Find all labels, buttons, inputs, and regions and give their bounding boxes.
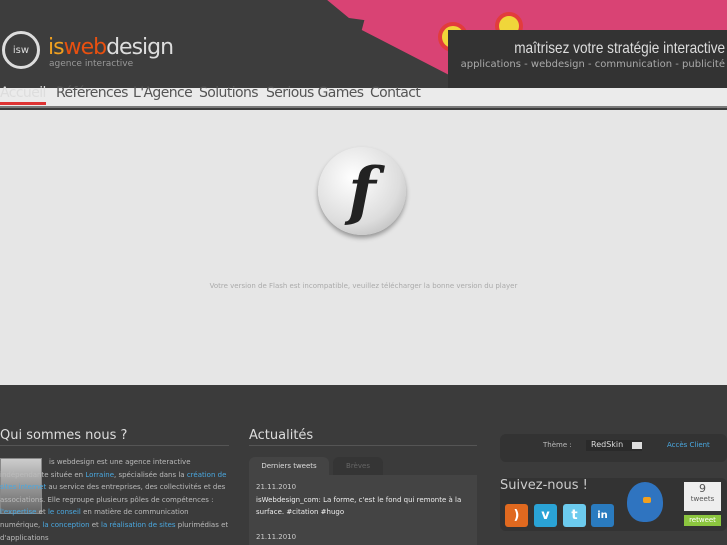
- follow-title: Suivez-nous !: [500, 478, 588, 493]
- tweets-panel: 21.11.2010 isWebdesign_com: La forme, c'…: [249, 475, 477, 545]
- link-expertise[interactable]: l'expertise: [0, 508, 36, 516]
- nav-contact[interactable]: Contact: [370, 85, 421, 101]
- link-realisation[interactable]: la réalisation de sites: [101, 521, 176, 529]
- logo-is: is: [48, 35, 65, 60]
- main-nav: Accueil Références L'Agence Solutions Se…: [0, 85, 727, 108]
- tweet-date: 21.11.2010: [256, 483, 297, 491]
- theme-label: Thème :: [543, 441, 572, 449]
- nav-agence[interactable]: L'Agence: [133, 85, 193, 101]
- logo-icon[interactable]: isw: [2, 31, 40, 69]
- tab-tweets[interactable]: Derniers tweets: [249, 457, 329, 475]
- header: isw iswebdesign agence interactive maîtr…: [0, 0, 727, 88]
- nav-references[interactable]: Références: [56, 85, 128, 101]
- rss-icon[interactable]: ): [505, 504, 528, 527]
- twitter-icon[interactable]: t: [563, 504, 586, 527]
- nav-solutions[interactable]: Solutions: [199, 85, 259, 101]
- vimeo-icon[interactable]: v: [534, 504, 557, 527]
- flash-player-icon[interactable]: f: [318, 147, 406, 235]
- news-title: Actualités: [249, 428, 477, 446]
- retweet-button[interactable]: retweet: [684, 515, 721, 526]
- tweet-count: 9: [699, 482, 706, 495]
- link-lorraine[interactable]: Lorraine: [85, 471, 114, 479]
- theme-value: RedSkin: [591, 440, 624, 449]
- tweet-counter: 9 tweets: [684, 482, 721, 511]
- client-access-link[interactable]: Accès Client: [667, 441, 710, 449]
- about-text: is webdesign est une agence interactive …: [0, 456, 230, 544]
- logo[interactable]: iswebdesign: [48, 35, 174, 60]
- tweet-date: 21.11.2010: [256, 532, 297, 541]
- flash-area: f Votre version de Flash est incompatibl…: [0, 110, 727, 385]
- tagline-box: maîtrisez votre stratégie interactive ap…: [448, 30, 727, 88]
- flash-glyph: f: [348, 153, 376, 229]
- link-conseil[interactable]: le conseil: [48, 508, 81, 516]
- logo-web: web: [63, 35, 107, 60]
- tagline: maîtrisez votre stratégie interactive: [514, 40, 725, 57]
- tweet-text: isWebdesign_com: La forme, c'est le fond…: [256, 495, 462, 517]
- twitter-bird-icon: [627, 482, 663, 522]
- linkedin-icon[interactable]: in: [591, 504, 614, 527]
- subtagline: applications - webdesign - communication…: [460, 59, 725, 70]
- about-text-2: , spécialisée dans la: [114, 470, 187, 479]
- dropdown-icon: [632, 442, 642, 449]
- link-conception[interactable]: la conception: [42, 521, 89, 529]
- flash-message: Votre version de Flash est incompatible,…: [209, 282, 518, 290]
- nav-accueil[interactable]: Accueil: [0, 85, 46, 105]
- logo-design: design: [106, 35, 174, 60]
- theme-select[interactable]: RedSkin: [586, 440, 642, 451]
- logo-mark: isw: [12, 44, 30, 56]
- about-title: Qui sommes nous ?: [0, 428, 229, 446]
- about-text-6: et: [89, 520, 102, 529]
- nav-serious-games[interactable]: Serious Games: [266, 85, 364, 101]
- logo-subtitle: agence interactive: [49, 59, 134, 69]
- tab-breves[interactable]: Brèves: [333, 457, 383, 475]
- theme-box: Thème : RedSkin Accès Client: [500, 434, 727, 462]
- tweet-unit: tweets: [690, 495, 715, 503]
- about-text-4: et: [36, 508, 48, 517]
